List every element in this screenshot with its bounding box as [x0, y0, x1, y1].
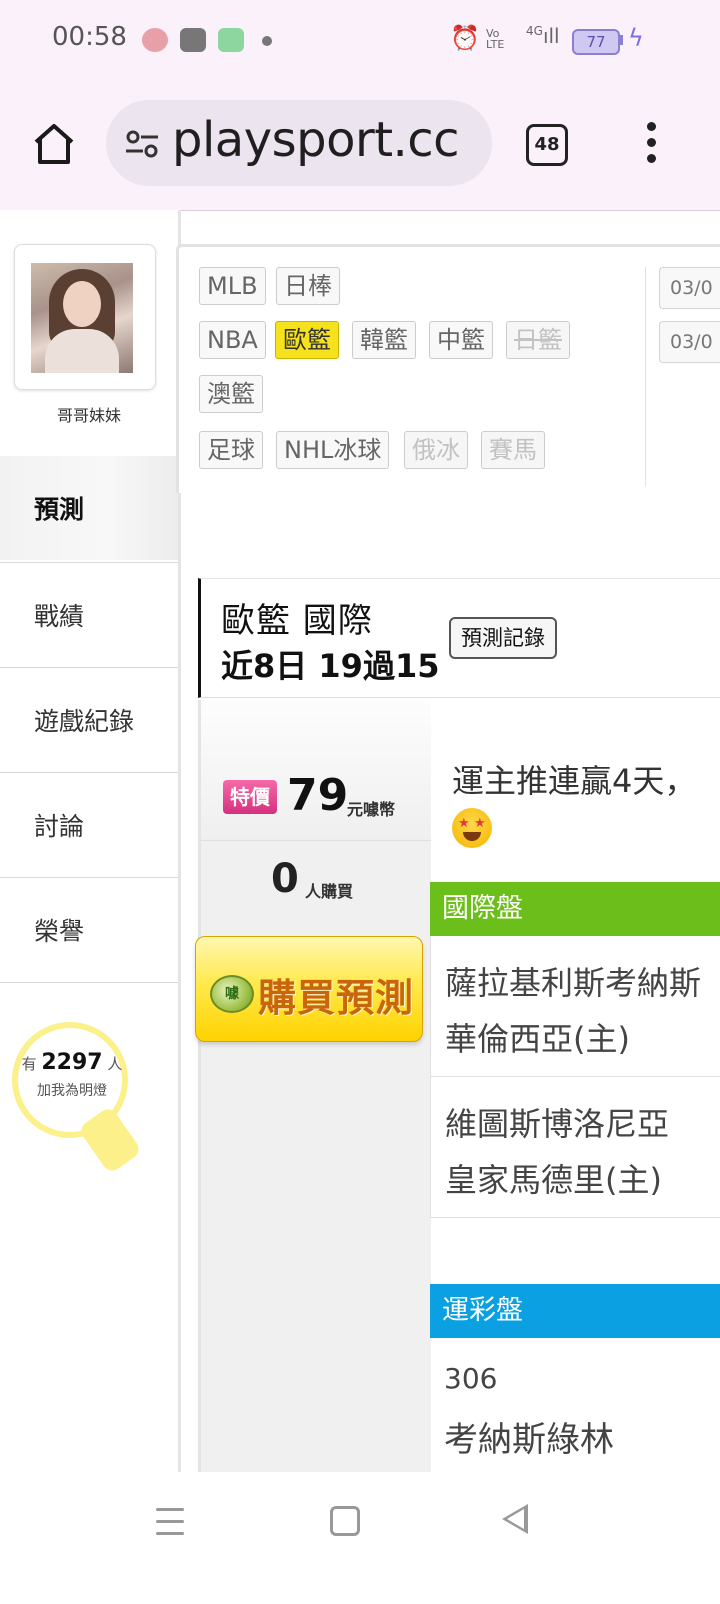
league-tag-horse-racing: 賽馬	[481, 431, 545, 469]
league-tag-nhl[interactable]: NHL冰球	[276, 431, 390, 469]
league-tag-japan-basketball: 日籃	[506, 321, 570, 359]
price-value: 79	[287, 770, 349, 821]
match-row[interactable]: 維圖斯博洛尼亞 皇家馬德里(主)	[430, 1077, 720, 1218]
league-tag-npb[interactable]: 日棒	[276, 267, 340, 305]
nav-game-history[interactable]: 遊戲紀錄	[0, 668, 178, 773]
url-text[interactable]: playsport.cc	[172, 112, 460, 168]
headline-title: 歐籃 國際	[221, 601, 373, 641]
buy-prediction-button[interactable]: 噱 購買預測	[195, 936, 423, 1042]
lottery-game-code: 306	[444, 1362, 498, 1395]
user-nickname[interactable]: 哥哥妹妹	[0, 402, 178, 426]
prediction-headline: 歐籃 國際 近8日 19過15 預測記錄	[198, 578, 720, 698]
avatar-card[interactable]	[14, 244, 156, 390]
more-notifications-icon	[262, 36, 272, 46]
international-odds-header: 國際盤	[430, 882, 720, 936]
alarm-icon: ⏰	[450, 24, 480, 52]
volte-indicator: Vo LTE	[486, 27, 505, 51]
nav-honors[interactable]: 榮譽	[0, 878, 178, 983]
network-label: 4G	[526, 24, 543, 38]
lottery-team: 考納斯綠林	[444, 1420, 614, 1460]
match-row[interactable]: 薩拉基利斯考納斯 華倫西亞(主)	[430, 936, 720, 1077]
price-box: 特價 79 元噱幣	[201, 700, 431, 841]
avatar[interactable]	[31, 263, 133, 373]
address-bar[interactable]: playsport.cc	[106, 100, 492, 186]
league-tag-korea-basketball[interactable]: 韓籃	[352, 321, 416, 359]
away-team: 維圖斯博洛尼亞	[445, 1105, 670, 1143]
buyer-count: 0	[271, 856, 299, 902]
nav-discussion[interactable]: 討論	[0, 773, 178, 878]
date-divider	[645, 267, 646, 487]
charging-icon: ϟ	[628, 24, 644, 52]
profile-sidebar: 哥哥妹妹 預測 戰績 遊戲紀錄 討論 榮譽 有 2297 人 加我為明燈	[0, 210, 181, 1472]
status-time: 00:58	[52, 22, 127, 52]
upload-app-icon	[218, 28, 244, 52]
purchase-panel: 特價 79 元噱幣 0 人購買 噱 購買預測	[195, 700, 431, 1472]
back-icon[interactable]	[502, 1504, 528, 1534]
signal-icon: 4Gıll	[526, 24, 560, 48]
app-notification-icon	[142, 28, 168, 52]
browser-chrome: 00:58 ⏰ Vo LTE 4Gıll 77 ϟ playsport.cc 4…	[0, 0, 720, 211]
supporters-count: 有 2297 人	[21, 1050, 123, 1075]
price-unit: 元噱幣	[347, 800, 396, 819]
headline-stat: 近8日 19過15	[221, 647, 440, 685]
tab-switcher-button[interactable]: 48	[526, 124, 568, 166]
league-tag-euro-basketball[interactable]: 歐籃	[275, 321, 339, 359]
league-tag-nba[interactable]: NBA	[199, 321, 266, 359]
nav-record[interactable]: 戰績	[0, 562, 178, 668]
battery-tip	[620, 35, 623, 45]
promo-text: 運主推連贏4天，	[452, 762, 697, 800]
battery-icon: 77	[572, 29, 620, 55]
home-team: 華倫西亞(主)	[445, 1020, 630, 1058]
league-tag-khl: 俄冰	[404, 431, 468, 469]
more-menu-icon[interactable]	[640, 122, 662, 166]
league-tag-soccer[interactable]: 足球	[199, 431, 263, 469]
site-settings-icon[interactable]	[124, 128, 160, 160]
sports-lottery-header: 運彩盤	[430, 1284, 720, 1338]
supporters-label: 加我為明燈	[37, 1083, 107, 1099]
nav-predictions[interactable]: 預測	[0, 456, 178, 560]
system-home-icon[interactable]	[330, 1506, 360, 1536]
star-struck-emoji-icon: ★ ★	[452, 808, 492, 848]
system-navigation-bar	[0, 1472, 720, 1604]
prediction-record-button[interactable]: 預測記錄	[449, 617, 557, 659]
recents-icon[interactable]	[156, 1508, 184, 1544]
league-tag-china-basketball[interactable]: 中籃	[429, 321, 493, 359]
sale-badge: 特價	[223, 780, 277, 814]
away-team: 薩拉基利斯考納斯	[445, 964, 702, 1002]
youtube-icon	[180, 28, 206, 52]
home-team: 皇家馬德里(主)	[445, 1161, 662, 1199]
buyer-count-label: 人購買	[305, 882, 354, 901]
follow-lightbulb[interactable]: 有 2297 人 加我為明燈	[12, 1022, 143, 1182]
coin-icon: 噱	[210, 975, 254, 1013]
league-tag-aus-basketball[interactable]: 澳籃	[199, 375, 263, 413]
date-tab[interactable]: 03/0	[659, 267, 720, 309]
date-tab[interactable]: 03/0	[659, 321, 720, 363]
buy-prediction-label: 購買預測	[258, 976, 415, 1020]
home-icon[interactable]	[30, 118, 78, 168]
league-tag-mlb[interactable]: MLB	[199, 267, 266, 305]
league-filter-panel: MLB 日棒 NBA 歐籃 韓籃 中籃 日籃 澳籃 足球 NHL冰球 俄冰 賽馬…	[176, 244, 720, 493]
